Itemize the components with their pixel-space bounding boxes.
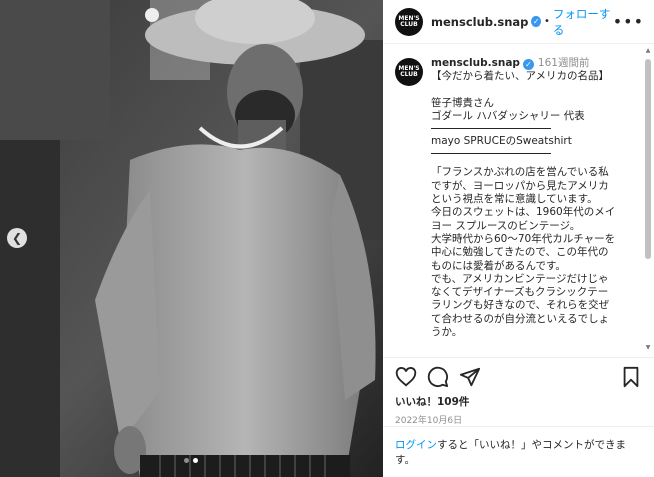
- action-bar: いいね！109件 2022年10月6日: [383, 357, 654, 426]
- scroll-up-arrow-icon[interactable]: ▲: [644, 47, 652, 55]
- login-link[interactable]: ログイン: [395, 439, 437, 451]
- divider: [431, 153, 551, 155]
- scrollbar[interactable]: ▲ ▼: [644, 47, 652, 352]
- separator-dot: •: [543, 16, 550, 27]
- post-photo[interactable]: ❮: [0, 0, 383, 477]
- likes-count[interactable]: いいね！109件: [395, 394, 642, 409]
- scroll-down-arrow-icon[interactable]: ▼: [644, 344, 652, 352]
- post-header: MEN'S CLUB mensclub.snap ✓ • フォローする •••: [383, 0, 654, 44]
- instagram-post-embed: ❮ MEN'S CLUB mensclub.snap ✓ • フォローする •••…: [0, 0, 654, 477]
- post-side-panel: MEN'S CLUB mensclub.snap ✓ • フォローする ••• M…: [383, 0, 654, 477]
- avatar[interactable]: MEN'S CLUB: [395, 7, 423, 36]
- share-icon[interactable]: [459, 366, 481, 388]
- login-prompt: ログインすると「いいね！」やコメントができます。: [383, 426, 654, 468]
- header-username[interactable]: mensclub.snap: [431, 15, 528, 29]
- caption-body-line: ですが、ヨーロッパから見たアメリカ: [431, 179, 609, 192]
- divider: [431, 128, 551, 130]
- caption-username[interactable]: mensclub.snap: [431, 57, 520, 69]
- caption-body-line: 中心に勉強してきたので、この年代の: [431, 246, 609, 259]
- caption-time[interactable]: 161週間前: [538, 57, 590, 69]
- comment-icon[interactable]: [427, 366, 449, 388]
- post-date[interactable]: 2022年10月6日: [395, 413, 642, 426]
- carousel-dot-active: [193, 458, 198, 463]
- caption-body-line: ヨー スプルースのビンテージ。: [431, 219, 581, 232]
- photo-image: [0, 0, 383, 477]
- verified-badge-icon: ✓: [531, 16, 541, 27]
- caption-item-name: mayo SPRUCEのSweatshirt: [431, 135, 572, 148]
- caption-avatar[interactable]: MEN'S CLUB: [395, 58, 423, 86]
- bookmark-icon[interactable]: [620, 366, 642, 388]
- caption-body-line: でも、アメリカンビンテージだけじゃ: [431, 272, 609, 285]
- caption-body-line: 今日のスウェットは、1960年代のメイ: [431, 206, 616, 219]
- caption-body-line: て合わせるのが自分流といえるでしょ: [431, 312, 610, 325]
- caption-body-line: 大学時代から60〜70年代カルチャーを: [431, 232, 616, 245]
- caption-body-line: 「フランスかぶれの店を営んでいる私: [431, 166, 609, 179]
- chevron-left-icon: ❮: [11, 231, 23, 245]
- heart-icon[interactable]: [395, 366, 417, 388]
- carousel-dots: [184, 458, 198, 463]
- comments-area[interactable]: MEN'S CLUB mensclub.snap ✓ 161週間前 【今だから着たい、…: [383, 45, 654, 357]
- more-horizontal-icon[interactable]: •••: [613, 12, 644, 31]
- caption-body-line: という視点を常に意識しています。: [431, 193, 598, 206]
- caption-body-line: ラリングも好きなので、それらを交ぜ: [431, 299, 610, 312]
- caption-person-name: 笹子博貴さん: [431, 96, 494, 109]
- verified-badge-icon: ✓: [522, 59, 534, 70]
- carousel-prev-button[interactable]: ❮: [7, 228, 27, 248]
- caption-person-role: ゴダール ハバダッシャリー 代表: [431, 109, 585, 122]
- scrollbar-thumb[interactable]: [645, 59, 651, 259]
- caption-item: MEN'S CLUB mensclub.snap ✓ 161週間前 【今だから着たい、…: [383, 45, 654, 339]
- caption-body-line: ものには愛着があるんです。: [431, 259, 566, 272]
- caption-body-line: うか。: [431, 326, 463, 339]
- caption-text: mensclub.snap ✓ 161週間前 【今だから着たい、アメリカの名品】 笹…: [431, 57, 644, 339]
- carousel-dot: [184, 458, 189, 463]
- caption-title: 【今だから着たい、アメリカの名品】: [431, 70, 609, 83]
- follow-button[interactable]: フォローする: [553, 6, 613, 38]
- caption-body-line: なくてデザイナーズもクラシックテー: [431, 286, 609, 299]
